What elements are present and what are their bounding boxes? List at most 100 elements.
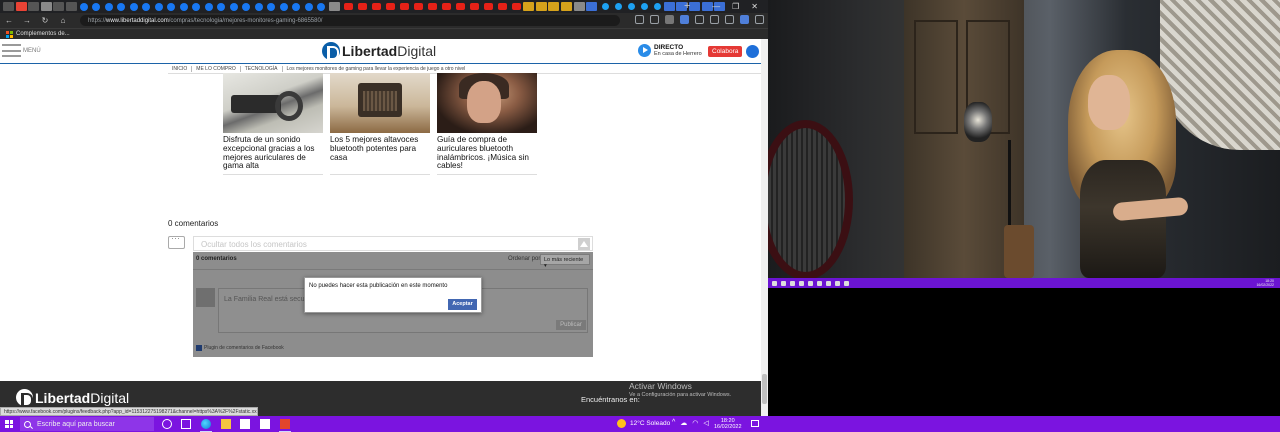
breadcrumb-item[interactable]: TECNOLOGÍA (245, 66, 278, 72)
youtube-tab-icon[interactable] (441, 3, 451, 10)
youtube-tab-icon[interactable] (427, 3, 437, 10)
weather-widget[interactable]: 12°C Soleado (617, 419, 670, 428)
twitter-tab-icon[interactable] (601, 3, 609, 10)
tabs-icon[interactable] (710, 15, 719, 24)
minimize-button[interactable]: — (712, 2, 720, 11)
facebook-tab-icon[interactable] (104, 2, 113, 11)
youtube-tab-icon[interactable] (413, 3, 423, 10)
favorite-star-icon[interactable] (665, 15, 674, 24)
colabora-button[interactable]: Colabora (708, 46, 743, 57)
twitter-tab-icon[interactable] (653, 3, 661, 10)
hide-comments-link[interactable]: Ocultar todos los comentarios (201, 240, 307, 249)
file-explorer-icon[interactable] (221, 419, 231, 429)
tab-favicon[interactable] (548, 2, 560, 11)
chevron-up-icon[interactable]: ^ (672, 419, 675, 427)
tab-favicon[interactable] (701, 2, 713, 11)
fb-plugin-link[interactable]: Plugin de comentarios de Facebook (196, 345, 284, 351)
edge-icon[interactable] (201, 419, 211, 429)
maximize-button[interactable]: ❐ (732, 2, 739, 11)
read-aloud-icon[interactable] (635, 15, 644, 24)
facebook-tab-icon[interactable] (217, 2, 226, 11)
youtube-tab-icon[interactable] (497, 3, 507, 10)
more-options-icon[interactable] (755, 15, 764, 24)
favorites-icon[interactable] (695, 15, 704, 24)
collapse-up-icon[interactable] (578, 238, 590, 250)
tab-favicon[interactable] (40, 2, 52, 11)
facebook-tab-icon[interactable] (242, 2, 251, 11)
menu-icon[interactable] (2, 44, 21, 57)
wifi-icon[interactable]: ◠ (692, 419, 698, 427)
taskbar-clock[interactable]: 18:20 16/02/2022 (714, 418, 742, 431)
article-title[interactable]: Guía de compra de auriculares bluetooth … (437, 135, 537, 171)
facebook-tab-icon[interactable] (229, 2, 238, 11)
facebook-tab-icon[interactable] (129, 2, 138, 11)
accept-button[interactable]: Aceptar (448, 299, 477, 310)
article-title[interactable]: Los 5 mejores altavoces bluetooth potent… (330, 135, 430, 162)
tab-favicon[interactable] (328, 2, 340, 11)
youtube-tab-icon[interactable] (371, 3, 381, 10)
breadcrumb-item[interactable]: ME LO COMPRO (196, 66, 235, 72)
article-image[interactable] (330, 73, 430, 133)
breadcrumb-item[interactable]: INICIO (172, 66, 187, 72)
menu-label[interactable]: MENÚ (23, 48, 41, 54)
footer-logo[interactable]: LibertadDigital (16, 389, 129, 407)
article-image[interactable] (223, 73, 323, 133)
tab-favicon[interactable] (663, 2, 675, 11)
live-button[interactable]: DIRECTO En casa de Herrero (638, 44, 702, 57)
home-button[interactable]: ⌂ (54, 16, 72, 25)
tab-favicon[interactable] (3, 2, 14, 11)
youtube-tab-icon[interactable] (357, 3, 367, 10)
tab-favicon[interactable] (53, 2, 65, 11)
facebook-tab-icon[interactable] (154, 2, 163, 11)
facebook-tab-icon[interactable] (92, 2, 101, 11)
profile-icon[interactable] (740, 15, 749, 24)
back-button[interactable]: ← (0, 16, 18, 25)
user-icon[interactable] (746, 45, 759, 58)
tab-favicon[interactable] (688, 2, 700, 11)
reload-button[interactable]: ↻ (36, 16, 54, 25)
extension-icon[interactable] (680, 15, 689, 24)
close-button[interactable]: ✕ (751, 2, 758, 11)
tab-favicon[interactable] (28, 2, 40, 11)
site-logo[interactable]: LibertadDigital (322, 42, 436, 60)
youtube-tab-icon[interactable] (483, 3, 493, 10)
youtube-tab-icon[interactable] (343, 3, 353, 10)
volume-icon[interactable]: ◁ (703, 419, 708, 427)
article-title[interactable]: Disfruta de un sonido excepcional gracia… (223, 135, 323, 171)
article-card[interactable]: Los 5 mejores altavoces bluetooth potent… (330, 73, 430, 175)
youtube-tab-icon[interactable] (399, 3, 409, 10)
taskbar-search[interactable]: Escribe aquí para buscar (20, 417, 154, 431)
youtube-tab-icon[interactable] (511, 3, 521, 10)
mail-icon[interactable] (260, 419, 270, 429)
tab-favicon[interactable] (586, 2, 598, 11)
twitter-tab-icon[interactable] (627, 3, 635, 10)
twitter-tab-icon[interactable] (640, 3, 648, 10)
tab-favicon[interactable] (65, 2, 77, 11)
store-icon[interactable] (240, 419, 250, 429)
facebook-tab-icon[interactable] (317, 2, 326, 11)
facebook-tab-icon[interactable] (254, 2, 263, 11)
article-card[interactable]: Guía de compra de auriculares bluetooth … (437, 73, 537, 175)
facebook-tab-icon[interactable] (142, 2, 151, 11)
new-tab-button[interactable]: + (684, 0, 690, 13)
tab-favicon[interactable] (523, 2, 535, 11)
article-image[interactable] (437, 73, 537, 133)
tab-favicon[interactable] (573, 2, 585, 11)
facebook-tab-icon[interactable] (204, 2, 213, 11)
cloud-icon[interactable]: ☁ (680, 419, 687, 427)
collections-icon[interactable] (650, 15, 659, 24)
article-card[interactable]: Disfruta de un sonido excepcional gracia… (223, 73, 323, 175)
sort-select[interactable]: Lo más reciente ▾ (540, 254, 590, 269)
publish-button[interactable]: Publicar (556, 320, 586, 330)
office-icon[interactable] (280, 419, 290, 429)
facebook-tab-icon[interactable] (267, 2, 276, 11)
notifications-icon[interactable] (751, 420, 759, 427)
bookmark-item[interactable]: Complementos de... (16, 31, 70, 37)
share-icon[interactable] (725, 15, 734, 24)
task-view-icon[interactable] (181, 419, 191, 429)
facebook-tab-icon[interactable] (292, 2, 301, 11)
windows-start-icon[interactable] (5, 420, 13, 428)
cortana-icon[interactable] (162, 419, 172, 429)
forward-button[interactable]: → (18, 16, 36, 25)
youtube-tab-icon[interactable] (469, 3, 479, 10)
